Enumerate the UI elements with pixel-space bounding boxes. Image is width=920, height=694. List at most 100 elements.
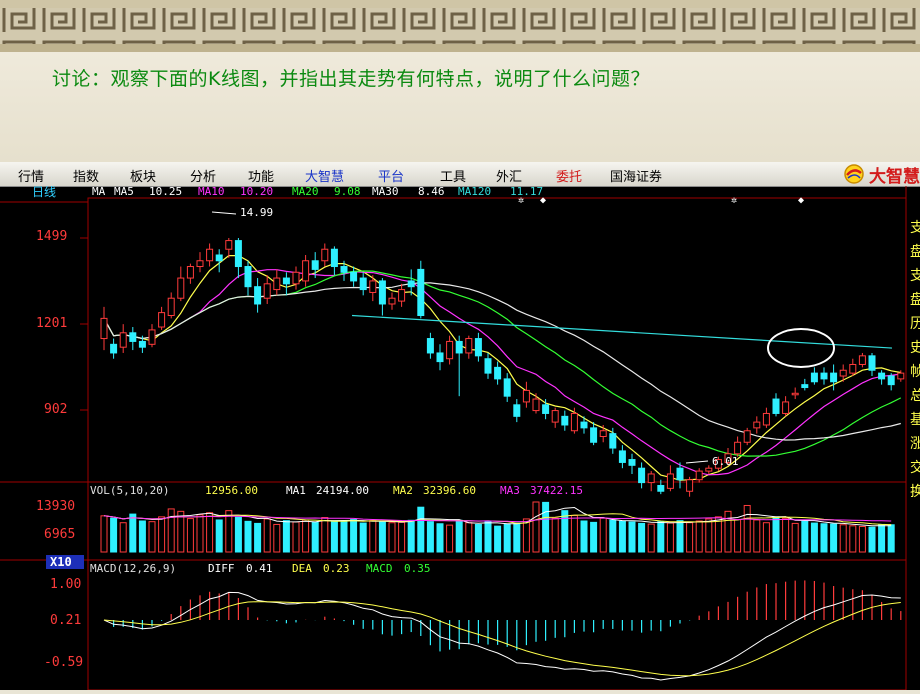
candle-body [551,410,559,423]
ma10-legend-label: MA10 [198,186,225,198]
event-marker-icon[interactable]: ✲ [731,195,737,206]
menu-item-index[interactable]: 指数 [73,166,99,185]
plot-frame [87,197,907,691]
menu-item-sectors[interactable]: 板块 [130,166,156,185]
volume-bar [282,520,290,553]
candle-body [311,260,319,270]
macd-macd-label: MACD [366,562,393,575]
volume-bar [186,518,194,553]
menu-item-trade-order[interactable]: 委托 [556,166,582,185]
candle-body [446,340,454,360]
menu-item-dazhihui[interactable]: 大智慧 [305,166,344,185]
ma10-line [103,269,901,476]
volume-bar [244,520,252,553]
candle-body [254,286,262,305]
high-price-label: 14.99 [240,206,273,219]
event-marker-icon[interactable]: ◆ [798,195,804,206]
volume-bar [782,517,790,553]
volume-bar [628,521,636,553]
volume-tick-label: 13930 [36,499,75,514]
candle-body [369,280,377,293]
right-panel-glyph: 盘 [910,291,920,308]
menu-item-broker[interactable]: 国海证券 [610,166,662,185]
candle-body [695,470,703,481]
volume-bar [705,518,713,553]
candle-body [474,338,482,357]
candle-body [302,260,310,282]
macd-macd-value: 0.35 [404,562,431,575]
candle-body [561,415,569,426]
candle-body [494,366,502,380]
kline-chart-area: 日线 MA MA5 10.25 MA10 10.20 MA20 9.08 MA3… [0,185,920,691]
candle-body [676,467,684,481]
candle-body [542,404,550,414]
volume-bar [647,523,655,553]
candle-body [465,338,473,354]
macd-dea-label: DEA [292,562,312,575]
volume-bar [234,516,242,553]
candle-body [897,372,905,380]
volume-bar [839,524,847,553]
high-annotation-line [211,211,237,215]
candle-body [378,280,386,305]
volume-bar [686,522,694,553]
volume-bar [561,510,569,553]
ma-legend: MA5 10.25 MA10 10.20 MA20 9.08 MA30 8.46… [114,185,543,198]
ma30-legend-value: 8.46 [418,186,445,198]
macd-dea-value: 0.23 [323,562,350,575]
volume-bar [532,501,540,553]
volume-bar [292,521,300,553]
candle-body [666,473,674,489]
candlestick-series [100,238,905,497]
volume-bar [417,506,425,553]
volume-bar [446,524,454,553]
candle-body [503,378,511,397]
volume-bar [378,520,386,553]
menu-item-analysis[interactable]: 分析 [190,166,216,185]
event-marker-icon[interactable]: ✲ [518,195,524,206]
highlight-circle [767,328,835,368]
volume-bar [359,522,367,553]
candle-body [618,450,626,463]
candle-body [868,355,876,371]
candle-body [196,260,204,268]
candle-body [734,441,742,455]
kline-chart-svg: 日线 MA MA5 10.25 MA10 10.20 MA20 9.08 MA3… [0,185,920,691]
volume-bar [196,514,204,553]
candle-body [609,433,617,449]
candle-body [215,254,223,262]
menu-item-quotes[interactable]: 行情 [18,166,44,185]
volume-bar [455,519,463,553]
event-marker-icon[interactable]: ◆ [540,195,546,206]
right-panel-glyph: 涨 [910,436,920,452]
menu-item-platform[interactable]: 平台 [378,166,404,185]
candle-body [148,329,156,345]
volume-bar [503,523,511,553]
price-tick-label: 1499 [36,229,67,244]
candle-body [292,271,300,285]
right-panel-glyph: 总 [910,388,920,404]
candle-body [791,392,799,396]
candle-body [225,240,233,250]
volume-bar [206,512,214,553]
menu-item-tools[interactable]: 工具 [440,166,466,185]
right-info-panel: 支盘支盘历史帧总基涨交换 [910,220,920,500]
volume-ma1-value: 24194.00 [316,484,369,497]
macd-tick-label: -0.59 [44,655,83,670]
menu-item-functions[interactable]: 功能 [248,166,274,185]
candle-body [119,332,127,348]
volume-bar [215,519,223,553]
candle-body [810,372,818,383]
volume-bar [551,517,559,553]
candle-body [129,332,137,342]
volume-ma3-value: 37422.15 [530,484,583,497]
menu-bar: 行情 指数 板块 分析 功能 大智慧 平台 工具 外汇 委托 国海证券 大智慧 [0,162,920,187]
menu-item-forex[interactable]: 外汇 [496,166,522,185]
candle-body [522,389,530,403]
volume-bar [695,520,703,553]
candle-body [234,240,242,268]
volume-ma3-label: MA3 [500,484,520,497]
moving-average-lines [103,254,902,481]
volume-bar [225,510,233,553]
candle-body [436,352,444,363]
